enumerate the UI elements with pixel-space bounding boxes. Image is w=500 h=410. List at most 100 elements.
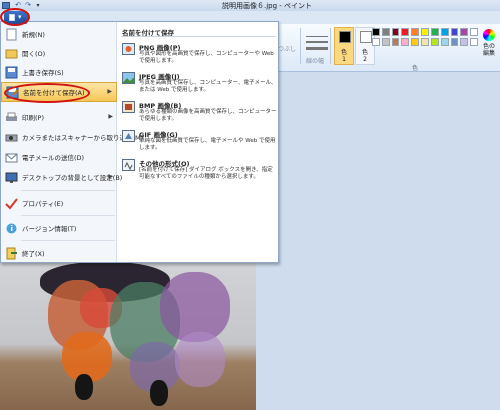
ribbon-separator xyxy=(330,28,331,64)
save-as-submenu: 名前を付けて保存 PNG 画像(P) 写真や図形を高画質で保存し、コンピューター… xyxy=(118,22,278,262)
line-width-icon[interactable] xyxy=(306,32,328,54)
menu-item-desktop-background[interactable]: デスクトップの背景として設定(B) ▶ xyxy=(1,168,122,186)
properties-check-icon xyxy=(5,197,18,210)
menu-item-label: 終了(X) xyxy=(22,250,45,258)
quick-access-dropdown-icon[interactable]: ▾ xyxy=(34,2,42,9)
menu-item-label: プロパティ(E) xyxy=(22,200,64,208)
menu-separator xyxy=(21,190,115,191)
submenu-divider xyxy=(121,36,276,37)
palette-swatch[interactable] xyxy=(401,28,410,36)
palette-swatch[interactable] xyxy=(391,28,400,36)
menu-item-about[interactable]: バージョン情報(T) xyxy=(1,219,117,237)
menu-item-label: 上書き保存(S) xyxy=(22,69,64,77)
option-description: [名前を付けて保存] ダイアログ ボックスを開き、指定可能なすべてのファイルの種… xyxy=(139,167,273,180)
palette-swatch[interactable] xyxy=(460,38,469,46)
palette-swatch[interactable] xyxy=(372,38,380,46)
menu-item-print[interactable]: 印刷(P) ▶ xyxy=(1,108,117,126)
file-menu-commands: 新規(N) 開く(O) 上書き保存(S) 名前を付けて保存(A) ▶ 印刷(P)… xyxy=(1,22,143,262)
photo-region xyxy=(75,374,93,400)
save-disk-icon xyxy=(5,66,18,79)
desktop-background-icon xyxy=(5,171,18,184)
menu-item-save-as[interactable]: 名前を付けて保存(A) ▶ xyxy=(1,82,117,102)
menu-item-scanner[interactable]: カメラまたはスキャナーから取り込み(M) xyxy=(1,128,143,146)
palette-swatch[interactable] xyxy=(391,38,400,46)
palette-swatch[interactable] xyxy=(430,28,439,36)
palette-swatch[interactable] xyxy=(460,28,469,36)
undo-icon[interactable]: ↶ xyxy=(14,2,22,9)
palette-swatch[interactable] xyxy=(411,38,420,46)
palette-swatch[interactable] xyxy=(450,28,459,36)
color-palette xyxy=(372,28,478,48)
palette-swatch[interactable] xyxy=(430,38,439,46)
option-description: 単純な図を低画質で保存し、電子メールや Web で使用します。 xyxy=(139,138,276,151)
save-option-bmp[interactable]: BMP 画像(B) あらゆる種類の画像を高画質で保存し、コンピューターで使用しま… xyxy=(122,100,277,128)
palette-swatch[interactable] xyxy=(411,28,420,36)
gif-image-icon xyxy=(122,130,135,142)
color2-swatch xyxy=(360,31,372,43)
edit-colors-button[interactable]: 色の 編集 xyxy=(478,27,500,67)
exit-icon xyxy=(5,247,18,260)
menu-item-exit[interactable]: 終了(X) xyxy=(1,244,117,262)
jpeg-image-icon xyxy=(122,72,135,84)
quick-save-icon[interactable] xyxy=(2,2,10,9)
color1-button[interactable]: 色1 xyxy=(334,27,354,65)
new-document-icon xyxy=(5,28,18,41)
palette-swatch[interactable] xyxy=(401,38,410,46)
color2-label: 色2 xyxy=(361,49,368,63)
email-icon xyxy=(5,151,18,164)
save-as-icon xyxy=(6,86,19,99)
printer-icon xyxy=(5,111,18,124)
open-folder-icon xyxy=(5,47,18,60)
option-description: 写真や図形を高画質で保存し、コンピューターや Web で使用します。 xyxy=(139,51,274,64)
option-description: あらゆる種類の画像を高画質で保存し、コンピューターで使用します。 xyxy=(139,109,277,122)
menu-item-label: 印刷(P) xyxy=(22,114,44,122)
palette-swatch[interactable] xyxy=(421,28,429,36)
palette-row xyxy=(372,28,478,36)
palette-swatch[interactable] xyxy=(470,28,478,36)
file-menu-button[interactable]: ▾ xyxy=(4,11,28,24)
color1-label: 色1 xyxy=(340,49,347,63)
menu-item-label: 開く(O) xyxy=(22,50,46,58)
palette-swatch[interactable] xyxy=(440,38,449,46)
bmp-image-icon xyxy=(122,101,135,113)
edit-colors-label: 色の 編集 xyxy=(482,43,495,57)
submenu-arrow-icon: ▶ xyxy=(108,113,113,120)
save-option-jpeg[interactable]: JPEG 画像(J) 写真を高画質で保存し、コンピューター、電子メール、または … xyxy=(122,71,276,99)
palette-swatch[interactable] xyxy=(440,28,449,36)
submenu-arrow-icon: ▶ xyxy=(108,173,113,180)
palette-swatch[interactable] xyxy=(381,28,390,36)
submenu-arrow-icon: ▶ xyxy=(107,88,112,95)
palette-swatch[interactable] xyxy=(421,38,429,46)
window-title: 説明用画像６.jpg - ペイント xyxy=(222,2,313,10)
option-description: 写真を高画質で保存し、コンピューター、電子メール、または Web で使用します。 xyxy=(139,80,277,93)
photo-canvas[interactable] xyxy=(0,262,256,410)
other-formats-icon xyxy=(122,159,135,171)
ribbon-separator xyxy=(300,28,301,64)
menu-item-properties[interactable]: プロパティ(E) xyxy=(1,194,117,212)
menu-item-label: 名前を付けて保存(A) xyxy=(23,89,85,97)
color1-swatch xyxy=(339,31,351,43)
palette-swatch[interactable] xyxy=(470,38,478,46)
palette-swatch[interactable] xyxy=(381,38,390,46)
photo-region xyxy=(150,380,168,406)
menu-item-label: 新規(N) xyxy=(22,31,45,39)
scanner-icon xyxy=(5,131,18,144)
menu-item-open[interactable]: 開く(O) xyxy=(1,44,117,62)
menu-item-email[interactable]: 電子メールの送信(D) xyxy=(1,148,117,166)
line-width-label: 線の幅 xyxy=(306,58,325,65)
save-option-png[interactable]: PNG 画像(P) 写真や図形を高画質で保存し、コンピューターや Web で使用… xyxy=(122,42,276,70)
save-option-gif[interactable]: GIF 画像(G) 単純な図を低画質で保存し、電子メールや Web で使用します… xyxy=(122,129,276,157)
save-option-other-formats[interactable]: その他の形式(O) [名前を付けて保存] ダイアログ ボックスを開き、指定可能な… xyxy=(122,158,276,188)
menu-item-new[interactable]: 新規(N) xyxy=(1,25,117,43)
document-icon xyxy=(9,14,15,21)
palette-swatch[interactable] xyxy=(450,38,459,46)
redo-icon[interactable]: ↷ xyxy=(24,2,32,9)
palette-row xyxy=(372,38,478,46)
menu-item-save[interactable]: 上書き保存(S) xyxy=(1,63,117,81)
photo-region xyxy=(175,332,225,387)
palette-swatch[interactable] xyxy=(372,28,380,36)
title-bar: ↶ ↷ ▾ 説明用画像６.jpg - ペイント xyxy=(0,0,500,11)
chevron-down-icon: ▾ xyxy=(18,13,22,21)
color-wheel-icon xyxy=(483,29,495,41)
colors-group-label: 色 xyxy=(412,65,419,72)
